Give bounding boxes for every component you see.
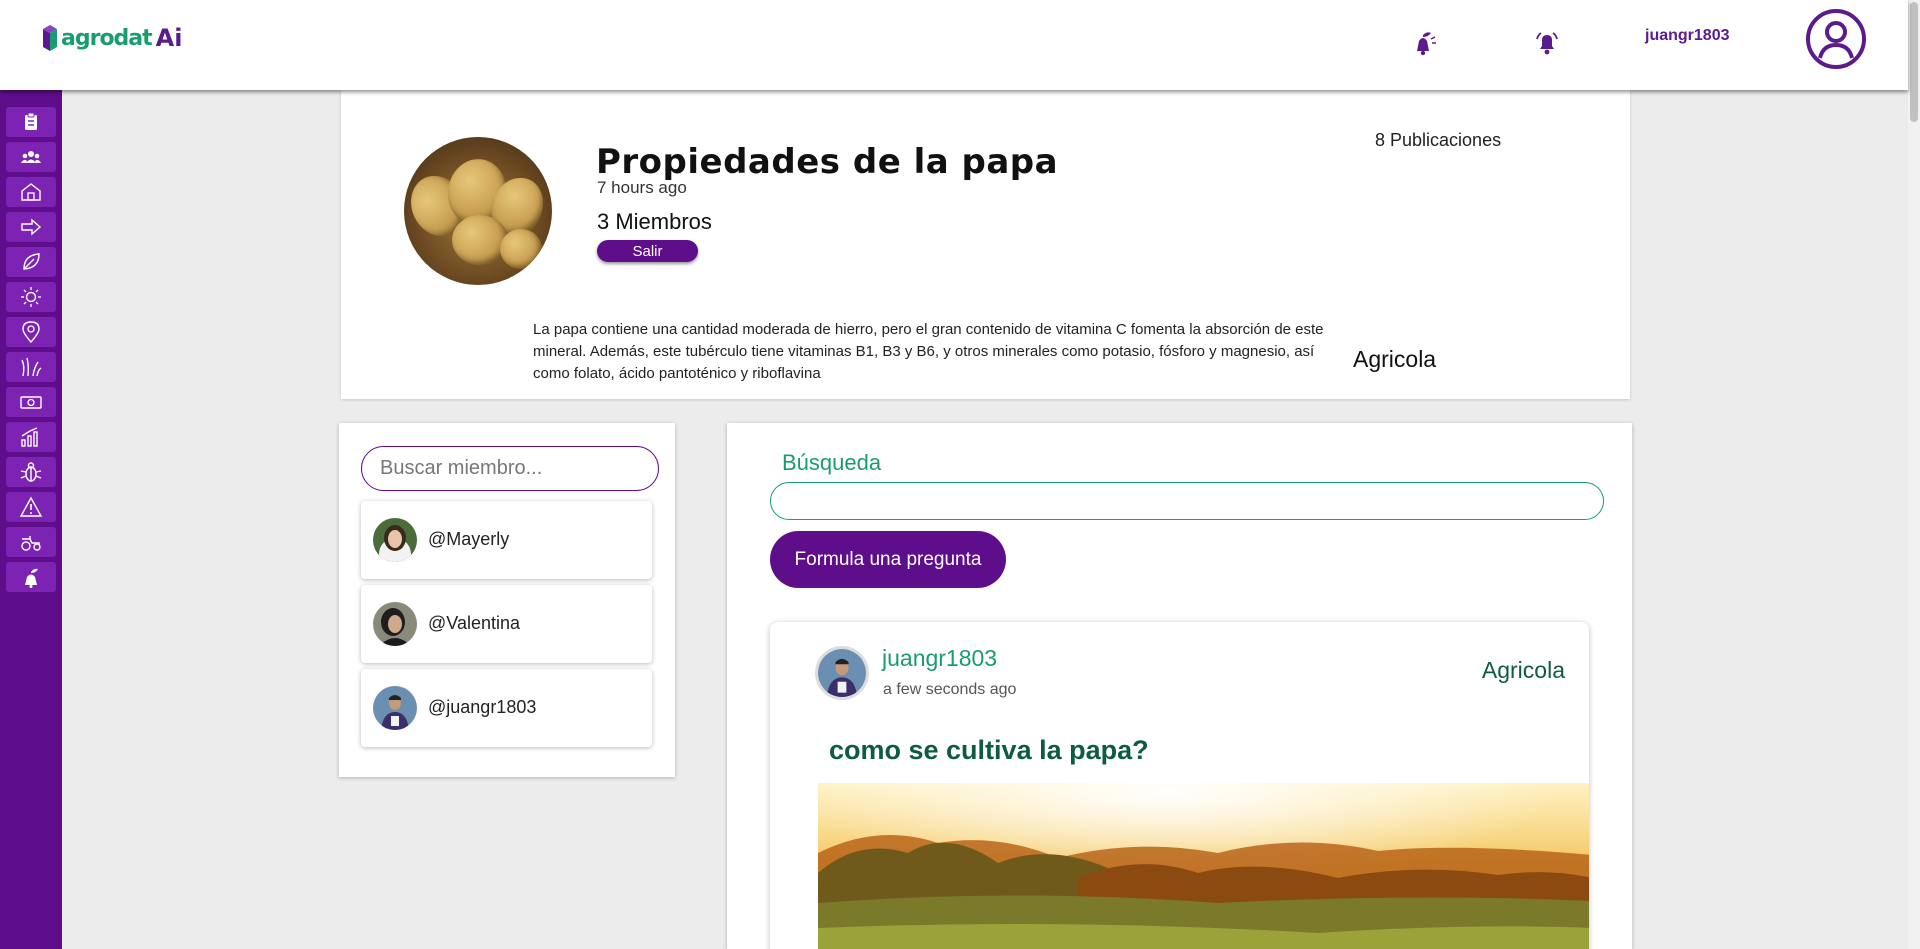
members-panel: @Mayerly @Valentina @juangr1803 [339, 423, 675, 777]
barn-icon [21, 183, 41, 201]
crop-icon [21, 357, 42, 377]
post-category: Agricola [1481, 657, 1565, 683]
arrow-right-icon [21, 218, 42, 236]
current-username[interactable]: juangr1803 [1645, 27, 1729, 45]
feed-search-input[interactable] [770, 482, 1604, 520]
sidebar-item-finance[interactable] [6, 387, 56, 417]
sidebar-item-location[interactable] [6, 317, 56, 347]
member-item[interactable]: @Valentina [361, 585, 652, 663]
sidebar-item-groups[interactable] [6, 142, 56, 172]
feed-search-label: Búsqueda [782, 450, 882, 475]
page-scrollbar[interactable] [1908, 0, 1920, 949]
post-card[interactable]: juangr1803 a few seconds ago Agricola co… [770, 622, 1589, 949]
group-icon [21, 151, 41, 163]
sidebar-item-pests[interactable] [6, 457, 56, 487]
sidebar-item-community[interactable] [6, 562, 56, 592]
warning-icon [20, 496, 42, 517]
ask-question-button[interactable]: Formula una pregunta [770, 531, 1006, 588]
sidebar [0, 90, 62, 949]
sidebar-item-arrow[interactable] [6, 212, 56, 242]
top-bar: agrodat Ai juangr1803 [0, 0, 1908, 90]
post-author-name[interactable]: juangr1803 [882, 645, 997, 672]
group-category: Agricola [1353, 346, 1437, 372]
logo-mark-icon [43, 25, 57, 51]
bug-icon [20, 462, 42, 482]
sidebar-item-weather[interactable] [6, 282, 56, 312]
sidebar-item-alerts[interactable] [6, 492, 56, 522]
sun-icon [21, 287, 41, 307]
group-created-time: 7 hours ago [597, 178, 687, 197]
sidebar-item-barn[interactable] [6, 177, 56, 207]
group-member-count[interactable]: 3 Miembros [597, 209, 712, 235]
member-item[interactable]: @Mayerly [361, 501, 652, 579]
member-item[interactable]: @juangr1803 [361, 669, 652, 747]
member-name: @Valentina [428, 613, 520, 633]
logo-ai: Ai [155, 24, 183, 52]
bar-chart-icon [21, 427, 38, 447]
app-logo[interactable]: agrodat Ai [43, 24, 182, 52]
sidebar-item-leaf[interactable] [6, 247, 56, 277]
member-name: @Mayerly [428, 529, 510, 549]
location-pin-icon [22, 321, 40, 343]
bell-icon[interactable] [1532, 28, 1562, 58]
post-title[interactable]: como se cultiva la papa? [829, 735, 1149, 766]
leaf-icon [23, 253, 40, 270]
sidebar-item-stats[interactable] [6, 422, 56, 452]
post-image [818, 783, 1589, 949]
feed-panel: Búsqueda Formula una pregunta juangr1803… [727, 423, 1632, 949]
post-time: a few seconds ago [883, 681, 1017, 698]
group-image [404, 137, 552, 285]
plant-hand-icon [25, 568, 38, 588]
member-name: @juangr1803 [428, 697, 537, 717]
money-icon [20, 396, 42, 409]
group-description: La papa contiene una cantidad moderada d… [533, 321, 1324, 382]
clipboard-icon [25, 112, 37, 130]
sidebar-item-clipboard[interactable] [6, 107, 56, 137]
sidebar-item-crops[interactable] [6, 352, 56, 382]
tractor-icon [21, 536, 41, 551]
sidebar-item-machinery[interactable] [6, 527, 56, 557]
scrollbar-thumb[interactable] [1910, 2, 1918, 122]
user-circle-icon[interactable] [1805, 8, 1867, 70]
group-title: Propiedades de la papa [596, 142, 1059, 182]
member-avatar [373, 518, 417, 562]
member-avatar [373, 602, 417, 646]
group-header-card: Propiedades de la papa 7 hours ago 3 Mie… [341, 90, 1630, 399]
logo-text: agrodat [61, 25, 153, 51]
post-author-avatar[interactable] [815, 646, 869, 700]
publication-count: 8 Publicaciones [1375, 130, 1502, 150]
leave-group-button[interactable]: Salir [597, 240, 698, 262]
member-avatar [373, 686, 417, 730]
member-search-input[interactable] [361, 446, 659, 491]
plant-bell-icon[interactable] [1408, 28, 1438, 58]
